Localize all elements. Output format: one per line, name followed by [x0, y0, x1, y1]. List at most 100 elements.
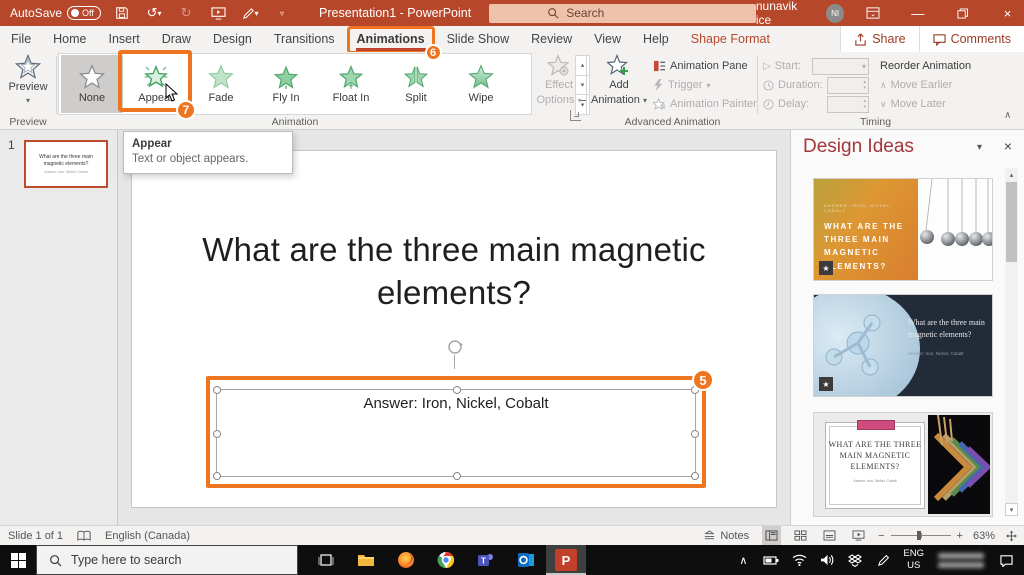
search-box[interactable]: Search: [489, 4, 756, 23]
design-ideas-title: Design Ideas: [803, 136, 914, 158]
slide-sorter-view-button[interactable]: [791, 526, 810, 546]
animation-float-in[interactable]: Float In: [320, 55, 382, 113]
zoom-level[interactable]: 63%: [973, 530, 995, 542]
normal-view-button[interactable]: [762, 526, 781, 546]
tab-design[interactable]: Design: [202, 26, 263, 52]
teams-icon[interactable]: T: [466, 545, 506, 575]
draw-pen-icon[interactable]: ▾: [239, 3, 261, 23]
float-in-star-icon: [338, 64, 364, 90]
scrollbar-down-icon[interactable]: ▾: [1005, 503, 1018, 516]
autosave-toggle[interactable]: AutoSave Off: [10, 6, 101, 20]
slide-canvas[interactable]: What are the three main magnetic element…: [132, 151, 776, 507]
firefox-icon[interactable]: [386, 545, 426, 575]
tab-review[interactable]: Review: [520, 26, 583, 52]
ribbon-display-options-icon[interactable]: [856, 0, 889, 26]
slide-title-text[interactable]: What are the three main magnetic element…: [194, 229, 714, 315]
duration-label: Duration:: [763, 77, 823, 93]
animation-none[interactable]: None: [61, 55, 123, 113]
annotation-badge-5: 5: [692, 369, 714, 391]
user-name[interactable]: nunavik ice: [756, 0, 814, 27]
none-star-icon: [79, 64, 105, 90]
animation-wipe[interactable]: Wipe: [450, 55, 512, 113]
design-pane-scrollbar[interactable]: ▴ ▾: [1005, 168, 1018, 516]
scrollbar-thumb[interactable]: [1006, 182, 1017, 262]
taskbar-search-box[interactable]: Type here to search: [36, 545, 298, 575]
notes-button[interactable]: Notes: [700, 526, 752, 546]
zoom-slider-thumb[interactable]: [917, 531, 921, 540]
save-icon[interactable]: [111, 3, 133, 23]
wifi-icon[interactable]: [787, 545, 811, 575]
action-center-icon[interactable]: [994, 545, 1018, 575]
spellcheck-book-icon[interactable]: [77, 530, 91, 542]
resize-handle-sw[interactable]: [213, 472, 221, 480]
zoom-out-icon[interactable]: −: [878, 530, 884, 542]
undo-icon[interactable]: ↺▾: [143, 3, 165, 23]
resize-handle-se[interactable]: [691, 472, 699, 480]
start-button[interactable]: [0, 545, 36, 575]
design-idea-1[interactable]: ANSWER: IRON, NICKEL, COBALT WHAT ARE TH…: [813, 178, 993, 281]
answer-text[interactable]: Answer: Iron, Nickel, Cobalt: [217, 395, 695, 412]
battery-icon[interactable]: [759, 545, 783, 575]
tray-chevron-up-icon[interactable]: ∧: [731, 545, 755, 575]
tab-home[interactable]: Home: [42, 26, 97, 52]
powerpoint-taskbar-icon[interactable]: P: [546, 545, 586, 575]
animation-pane-button[interactable]: Animation Pane: [653, 58, 748, 74]
scrollbar-up-icon[interactable]: ▴: [1005, 168, 1018, 181]
volume-icon[interactable]: [815, 545, 839, 575]
tab-help[interactable]: Help: [632, 26, 680, 52]
animation-fly-in[interactable]: Fly In: [255, 55, 317, 113]
collapse-ribbon-icon[interactable]: ∧: [1004, 110, 1011, 121]
tab-transitions[interactable]: Transitions: [263, 26, 346, 52]
notes-icon: [703, 530, 716, 541]
animation-fade[interactable]: Fade: [190, 55, 252, 113]
dropbox-icon[interactable]: [843, 545, 867, 575]
close-button[interactable]: ×: [991, 0, 1024, 26]
animation-painter-button: Animation Painter: [653, 96, 757, 112]
design-idea-2[interactable]: What are the three main magnetic element…: [813, 294, 993, 397]
outlook-icon[interactable]: [506, 545, 546, 575]
resize-handle-w[interactable]: [213, 430, 221, 438]
slideshow-view-button[interactable]: [849, 526, 868, 546]
quick-access-customize-icon[interactable]: ▿: [271, 3, 293, 23]
tab-insert[interactable]: Insert: [98, 26, 151, 52]
design-idea-3[interactable]: WHAT ARE THE THREE MAIN MAGNETIC ELEMENT…: [813, 412, 993, 517]
resize-handle-n[interactable]: [453, 386, 461, 394]
clock-blurred[interactable]: [932, 553, 990, 568]
add-animation-button[interactable]: Add Animation ▾: [590, 54, 648, 114]
resize-handle-e[interactable]: [691, 430, 699, 438]
task-view-button[interactable]: [306, 545, 346, 575]
share-button[interactable]: Share: [840, 26, 918, 52]
preview-button[interactable]: Preview ▾: [3, 54, 53, 114]
file-explorer-icon[interactable]: [346, 545, 386, 575]
fit-slide-to-window-icon[interactable]: [1005, 530, 1018, 542]
reading-view-button[interactable]: [820, 526, 839, 546]
zoom-in-icon[interactable]: +: [957, 530, 963, 542]
design-ideas-menu-icon[interactable]: ▾: [977, 142, 982, 153]
active-tab-underline: [356, 48, 426, 51]
resize-handle-s[interactable]: [453, 472, 461, 480]
user-avatar[interactable]: NI: [826, 4, 844, 23]
tab-animations[interactable]: Animations: [346, 26, 436, 52]
tab-file[interactable]: File: [0, 26, 42, 52]
rotate-handle-icon[interactable]: [445, 337, 465, 357]
tab-shape-format[interactable]: Shape Format: [680, 26, 781, 52]
zoom-slider[interactable]: − +: [878, 530, 963, 542]
restore-button[interactable]: [946, 0, 979, 26]
language-indicator[interactable]: English (Canada): [105, 530, 190, 542]
animation-split[interactable]: Split: [385, 55, 447, 113]
answer-textbox[interactable]: Answer: Iron, Nickel, Cobalt: [216, 389, 696, 477]
chrome-icon[interactable]: [426, 545, 466, 575]
slide-thumbnail[interactable]: What are the three main magnetic element…: [24, 140, 108, 188]
svg-text:T: T: [481, 557, 486, 566]
design-ideas-close-icon[interactable]: ×: [1004, 138, 1012, 154]
pen-input-icon[interactable]: [871, 545, 895, 575]
minimize-button[interactable]: —: [901, 0, 934, 26]
resize-handle-nw[interactable]: [213, 386, 221, 394]
comments-button[interactable]: Comments: [919, 26, 1024, 52]
language-tray-indicator[interactable]: ENG US: [899, 548, 928, 572]
tab-slide-show[interactable]: Slide Show: [436, 26, 521, 52]
tab-view[interactable]: View: [583, 26, 632, 52]
start-from-beginning-icon[interactable]: [207, 3, 229, 23]
tab-draw[interactable]: Draw: [151, 26, 202, 52]
designer-badge-icon: ★: [819, 261, 833, 275]
